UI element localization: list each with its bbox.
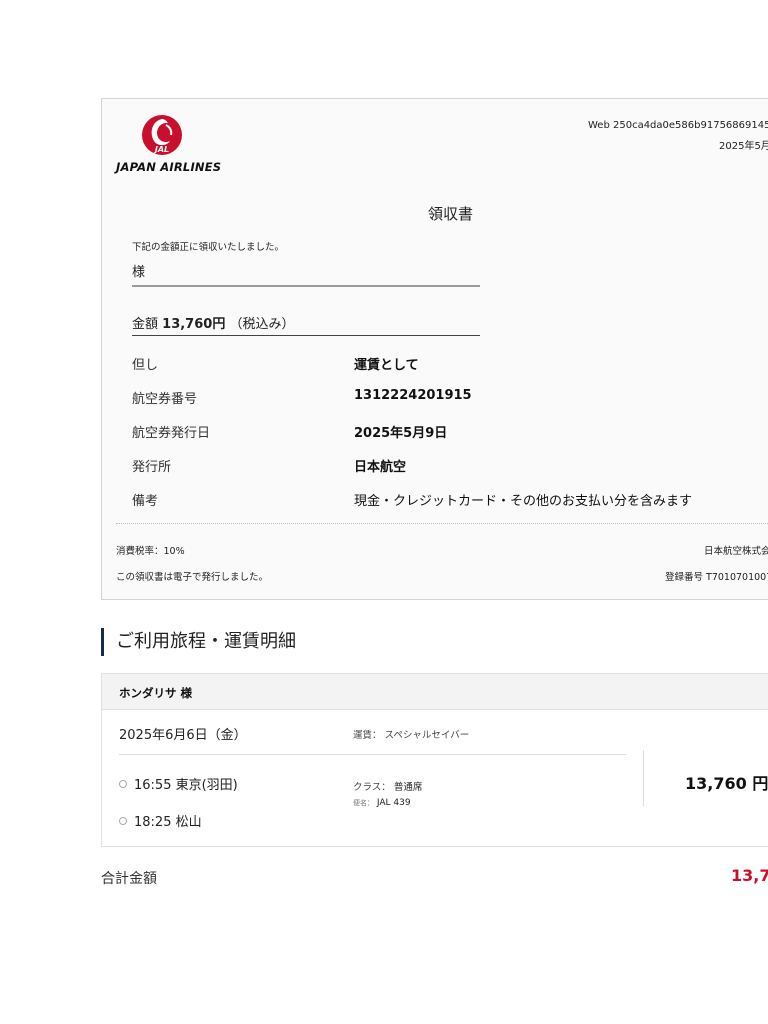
airline-name: JAPAN AIRLINES: [116, 160, 222, 174]
fare-label: 運賃：: [353, 730, 382, 741]
arrival-segment: 18:25 松山: [119, 811, 202, 830]
amount-label: 金額: [132, 317, 159, 332]
amount-tax-note: （税込み）: [229, 317, 295, 332]
segment-price: 13,760 円: [685, 774, 768, 793]
price-divider: [643, 750, 644, 806]
detail-value: 1312224201915: [354, 388, 472, 403]
amount-value: 13,760円: [162, 317, 226, 332]
detail-label: 航空券番号: [132, 392, 198, 407]
passenger-name: ホンダリサ 様: [119, 686, 193, 700]
arrival-time-airport: 18:25 松山: [134, 815, 202, 830]
detail-label: 但し: [132, 358, 159, 373]
detail-value: 2025年5月9日: [354, 426, 448, 441]
received-statement: 下記の金額正に領収いたしました。: [132, 242, 285, 253]
dotted-divider: [116, 523, 768, 524]
registration-number: 登録番号 T70107010076: [665, 572, 768, 583]
receipt-card: JAL JAPAN AIRLINES Web 250ca4da0e586b917…: [101, 98, 768, 600]
itinerary-divider: [119, 754, 626, 755]
detail-label: 航空券発行日: [132, 426, 211, 441]
svg-text:JAL: JAL: [153, 145, 169, 154]
fare-type: 運賃： スペシャルセイバー: [353, 727, 469, 741]
total-value: 13,76: [731, 866, 768, 885]
detail-value: 運賃として: [354, 358, 419, 373]
detail-label: 備考: [132, 494, 159, 509]
issue-date: 2025年5月9: [719, 141, 768, 152]
seat-class: クラス： 普通席: [353, 779, 422, 793]
arrival-dot-icon: [119, 816, 127, 825]
detail-row: 発行所 日本航空: [132, 456, 768, 482]
flight-label: 便名：: [353, 799, 374, 807]
detail-row: 但し 運賃として: [132, 354, 768, 380]
departure-time-airport: 16:55 東京(羽田): [134, 778, 238, 793]
document-title: 領収書: [428, 205, 474, 223]
fare-value: スペシャルセイバー: [384, 730, 470, 741]
issuer-company: 日本航空株式会: [704, 546, 768, 557]
passenger-header: ホンダリサ 様: [102, 674, 768, 710]
detail-label: 発行所: [132, 460, 172, 475]
departure-dot-icon: [119, 779, 127, 788]
amount-line: 金額 13,760円 （税込み）: [132, 313, 480, 336]
receipt-number: Web 250ca4da0e586b917568691450313: [588, 120, 768, 131]
jal-logo: JAL JAPAN AIRLINES: [116, 113, 241, 174]
class-value: 普通席: [393, 782, 423, 793]
total-label: 合計金額: [101, 871, 157, 887]
addressee-suffix: 様: [132, 265, 146, 280]
itinerary-card: ホンダリサ 様 2025年6月6日（金） 運賃： スペシャルセイバー 16:55…: [101, 673, 768, 847]
tax-rate: 消費税率：10%: [116, 546, 185, 557]
detail-value: 日本航空: [354, 460, 407, 475]
class-label: クラス：: [353, 782, 391, 793]
flight-date: 2025年6月6日（金）: [119, 728, 247, 743]
electronic-note: この領収書は電子で発行しました。: [116, 572, 269, 583]
addressee-line: 様: [132, 261, 480, 287]
crane-logo-icon: JAL: [142, 115, 182, 155]
itinerary-heading: ご利用旅程・運賃明細: [101, 628, 296, 656]
departure-segment: 16:55 東京(羽田): [119, 774, 238, 793]
flight-value: JAL 439: [376, 798, 411, 808]
detail-row: 航空券発行日 2025年5月9日: [132, 422, 768, 448]
flight-number: 便名： JAL 439: [353, 798, 411, 808]
detail-row: 備考 現金・クレジットカード・その他のお支払い分を含みます: [132, 490, 768, 516]
detail-row: 航空券番号 1312224201915: [132, 388, 768, 414]
detail-value: 現金・クレジットカード・その他のお支払い分を含みます: [354, 494, 693, 509]
